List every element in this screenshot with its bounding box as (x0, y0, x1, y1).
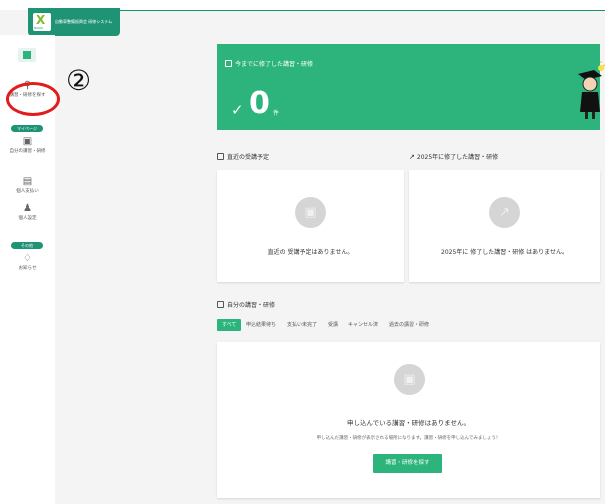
tab-pending[interactable]: 申込結果待ち (246, 319, 276, 331)
my-courses-empty-title: 申し込んでいる講習・研修はありません。 (347, 419, 470, 427)
bookmark-icon: ▣ (22, 136, 33, 147)
section-label-other: その他 (11, 242, 43, 249)
count-unit: 件 (273, 110, 280, 117)
app-logo[interactable]: X NAVIS 自動車整備振興会 研修システム (28, 8, 120, 36)
completed-summary-card: 今までに修了した講習・研修 ✓ 0 件 (217, 44, 600, 130)
home-icon[interactable] (18, 48, 36, 62)
sidebar-item-label: お知らせ (18, 266, 37, 271)
document-icon: ▣ (394, 364, 425, 395)
sidebar-item-label: 自分の講習・研修 (9, 149, 46, 154)
bell-icon: ♢ (23, 253, 32, 264)
logo-icon: X NAVIS (33, 13, 51, 31)
bookmark-icon (217, 301, 224, 308)
section-label-mypage: マイページ (11, 125, 43, 132)
step-number: ② (66, 64, 92, 97)
highlight-circle (6, 82, 60, 116)
sidebar-item-my-courses[interactable]: ▣ 自分の講習・研修 (0, 136, 55, 155)
sidebar-item-notices[interactable]: ♢ お知らせ (0, 253, 55, 272)
my-courses-empty-sub: 申し込んだ講習・研修が表示される場所になります。講習・研修を申し込んでみましょう… (316, 436, 501, 441)
completed-count: 0 (249, 86, 270, 121)
calendar-icon: ▣ (295, 197, 326, 228)
user-icon: ♟ (23, 203, 32, 214)
completed-year-title: 2025年に修了した講習・研修 (416, 154, 499, 161)
sidebar-item-label: 個人設定 (18, 216, 37, 221)
tab-cancelled[interactable]: キャンセル済 (348, 319, 378, 331)
tab-all[interactable]: すべて (217, 319, 242, 331)
my-courses-card: ▣ 申し込んでいる講習・研修はありません。 申し込んだ講習・研修が表示される場所… (217, 342, 600, 498)
credit-card-icon: ▤ (22, 176, 33, 187)
tab-unpaid[interactable]: 支払い未完了 (287, 319, 317, 331)
calendar-icon (217, 153, 224, 160)
upcoming-card: ▣ 直近の 受講予定はありません。 (217, 170, 404, 282)
completed-year-card: ↗ 2025年に 修了した講習・研修 はありません。 (409, 170, 600, 282)
my-courses-title: 自分の講習・研修 (227, 302, 276, 309)
sidebar-item-payment[interactable]: ▤ 個人支払い (0, 176, 55, 195)
check-icon: ✓ (231, 101, 244, 119)
upcoming-title: 直近の受講予定 (227, 154, 270, 161)
tab-attend[interactable]: 受講 (328, 319, 338, 331)
find-courses-button[interactable]: 講習・研修を探す (373, 454, 442, 473)
chart-icon: ↗ (409, 153, 415, 161)
tab-past[interactable]: 過去の講習・研修 (389, 319, 429, 331)
hero-title: 今までに修了した講習・研修 (235, 61, 314, 68)
sidebar-item-settings[interactable]: ♟ 個人設定 (0, 203, 55, 222)
bookmark-icon (225, 60, 232, 67)
completed-empty-text: 2025年に 修了した講習・研修 はありません。 (441, 249, 568, 256)
chart-icon: ↗ (489, 197, 520, 228)
sidebar-item-label: 個人支払い (16, 189, 39, 194)
graduate-illustration (578, 61, 605, 119)
app-title: 自動車整備振興会 研修システム (55, 19, 113, 24)
upcoming-empty-text: 直近の 受講予定はありません。 (267, 249, 354, 256)
